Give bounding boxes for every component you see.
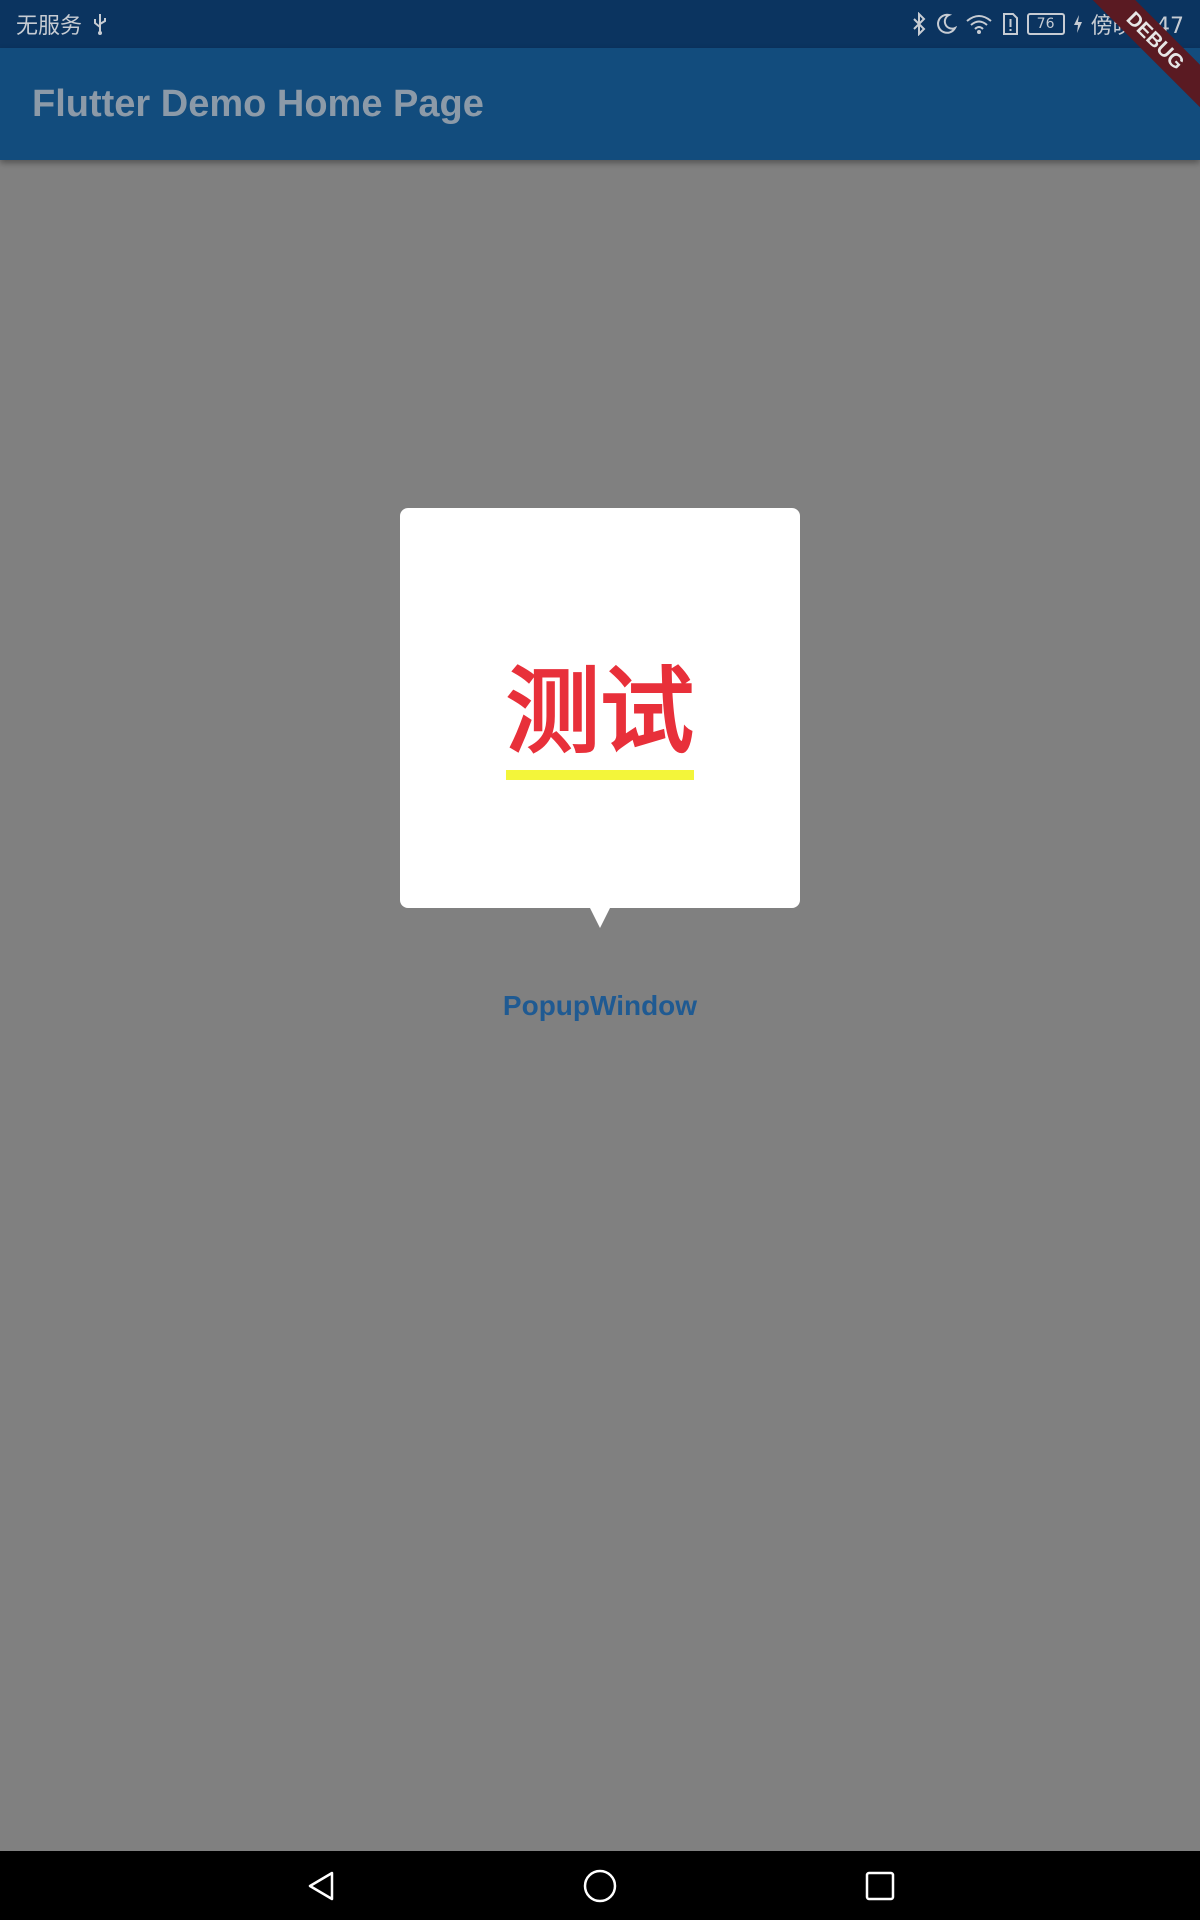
popup-content-text: 测试: [505, 658, 694, 780]
popup-content: 测试: [400, 658, 800, 780]
app-bar: Flutter Demo Home Page: [0, 48, 1200, 160]
carrier-text: 无服务: [16, 14, 83, 39]
status-left: 无服务: [16, 0, 108, 48]
home-icon[interactable]: [565, 1851, 634, 1920]
usb-icon: [92, 13, 108, 35]
clock-text: 傍晚5:47: [1090, 14, 1184, 39]
wifi-icon: [965, 13, 993, 35]
moon-icon: [935, 13, 957, 35]
sim-alert-icon: [1001, 12, 1019, 36]
status-right: 76 傍晚5:47: [911, 0, 1184, 48]
popup-window-button[interactable]: PopupWindow: [480, 978, 720, 1034]
popup-arrow: [589, 906, 611, 928]
status-bar: 无服务 76 傍晚5:47: [0, 0, 1200, 48]
popup-window[interactable]: 测试: [400, 508, 800, 908]
back-icon[interactable]: [286, 1851, 355, 1920]
navigation-bar: [0, 1851, 1200, 1920]
page-title: Flutter Demo Home Page: [32, 83, 484, 125]
charging-icon: [1073, 14, 1083, 34]
bluetooth-icon: [911, 12, 927, 36]
recents-icon[interactable]: [845, 1851, 914, 1920]
battery-icon: 76: [1026, 13, 1065, 35]
